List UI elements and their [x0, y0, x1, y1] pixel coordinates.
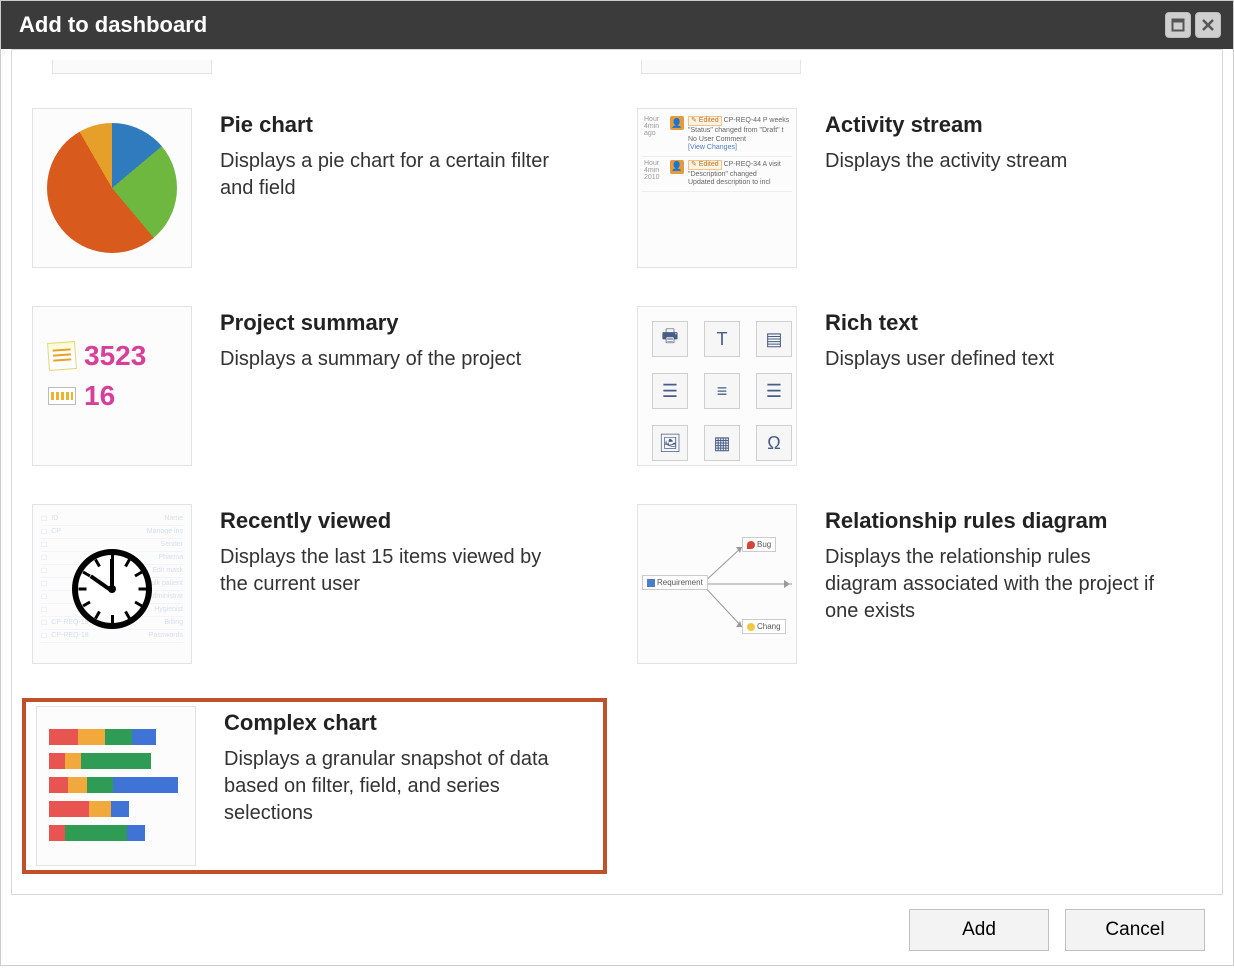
align-left-icon: ☰: [652, 373, 688, 409]
dialog-title: Add to dashboard: [19, 12, 207, 38]
widget-title: Rich text: [825, 310, 1202, 336]
node-label: Requirement: [657, 578, 703, 587]
project-summary-thumb: 3523 16: [32, 306, 192, 466]
sample-number: 16: [84, 380, 115, 412]
rich-text-thumb: 🖶 T ▤ ☰ ≡ ☰ 🖼 ▦ Ω: [637, 306, 797, 466]
align-right-icon: ☰: [756, 373, 792, 409]
widget-description: Displays the relationship rules diagram …: [825, 544, 1165, 625]
window-controls: [1165, 12, 1221, 38]
dialog-footer: Add Cancel: [11, 895, 1223, 951]
cancel-button[interactable]: Cancel: [1065, 909, 1205, 951]
widget-description: Displays the last 15 items viewed by the…: [220, 544, 560, 598]
widget-option-recently-viewed[interactable]: ☐IDName ☐CPManage ins ☐Sender ☐Pharma ☐E…: [22, 500, 607, 668]
stacked-bar-icon: [41, 711, 191, 861]
widget-option-pie-chart[interactable]: Pie chart Displays a pie chart for a cer…: [22, 104, 607, 272]
relationship-rules-thumb: Requirement Bug Chang: [637, 504, 797, 664]
widget-option-rich-text[interactable]: 🖶 T ▤ ☰ ≡ ☰ 🖼 ▦ Ω Rich text: [627, 302, 1212, 470]
complex-chart-thumb: [36, 706, 196, 866]
widget-description: Displays a summary of the project: [220, 346, 560, 373]
rich-text-icon: 🖶 T ▤ ☰ ≡ ☰ 🖼 ▦ Ω: [642, 311, 792, 461]
table-icon: ▦: [704, 425, 740, 461]
widget-description: Displays a pie chart for a certain filte…: [220, 148, 560, 202]
activity-stream-thumb: Hour4minago 👤 ✎ Edited CP-REQ-44 P weeks…: [637, 108, 797, 268]
layout-icon: ▤: [756, 321, 792, 357]
widget-option-activity-stream[interactable]: Hour4minago 👤 ✎ Edited CP-REQ-44 P weeks…: [627, 104, 1212, 272]
add-button[interactable]: Add: [909, 909, 1049, 951]
widget-title: Pie chart: [220, 112, 597, 138]
align-center-icon: ≡: [704, 373, 740, 409]
relationship-diagram-icon: Requirement Bug Chang: [642, 509, 792, 659]
activity-stream-icon: Hour4minago 👤 ✎ Edited CP-REQ-44 P weeks…: [642, 113, 792, 263]
pie-chart-thumb: [32, 108, 192, 268]
dialog-titlebar: Add to dashboard: [1, 1, 1233, 49]
sample-number: 3523: [84, 340, 146, 372]
widget-description: Displays user defined text: [825, 346, 1165, 373]
node-label: Chang: [757, 622, 781, 631]
maximize-button[interactable]: [1165, 12, 1191, 38]
pie-chart-icon: [47, 123, 177, 253]
omega-icon: Ω: [756, 425, 792, 461]
widget-option-project-summary[interactable]: 3523 16 Project summary Displays a summa…: [22, 302, 607, 470]
close-button[interactable]: [1195, 12, 1221, 38]
widget-title: Recently viewed: [220, 508, 597, 534]
maximize-icon: [1171, 18, 1185, 32]
text-box-icon: T: [704, 321, 740, 357]
clock-icon: [72, 549, 152, 629]
printer-icon: 🖶: [652, 321, 688, 357]
widget-description: Displays the activity stream: [825, 148, 1165, 175]
image-icon: 🖼: [652, 425, 688, 461]
close-icon: [1201, 18, 1215, 32]
widget-title: Relationship rules diagram: [825, 508, 1202, 534]
widget-option-complex-chart[interactable]: Complex chart Displays a granular snapsh…: [22, 698, 607, 874]
node-label: Bug: [757, 540, 771, 549]
widget-title: Activity stream: [825, 112, 1202, 138]
partial-widget-thumb: [52, 60, 212, 74]
widget-title: Complex chart: [224, 710, 593, 736]
project-summary-icon: 3523 16: [42, 326, 182, 446]
widget-description: Displays a granular snapshot of data bas…: [224, 746, 564, 827]
widget-option-relationship-rules[interactable]: Requirement Bug Chang Relationship rules…: [627, 500, 1212, 668]
add-to-dashboard-dialog: Add to dashboard: [0, 0, 1234, 966]
partial-widget-thumb: [641, 60, 801, 74]
widget-title: Project summary: [220, 310, 597, 336]
recently-viewed-thumb: ☐IDName ☐CPManage ins ☐Sender ☐Pharma ☐E…: [32, 504, 192, 664]
widget-gallery: Pie chart Displays a pie chart for a cer…: [11, 49, 1223, 895]
recently-viewed-icon: ☐IDName ☐CPManage ins ☐Sender ☐Pharma ☐E…: [37, 509, 187, 659]
